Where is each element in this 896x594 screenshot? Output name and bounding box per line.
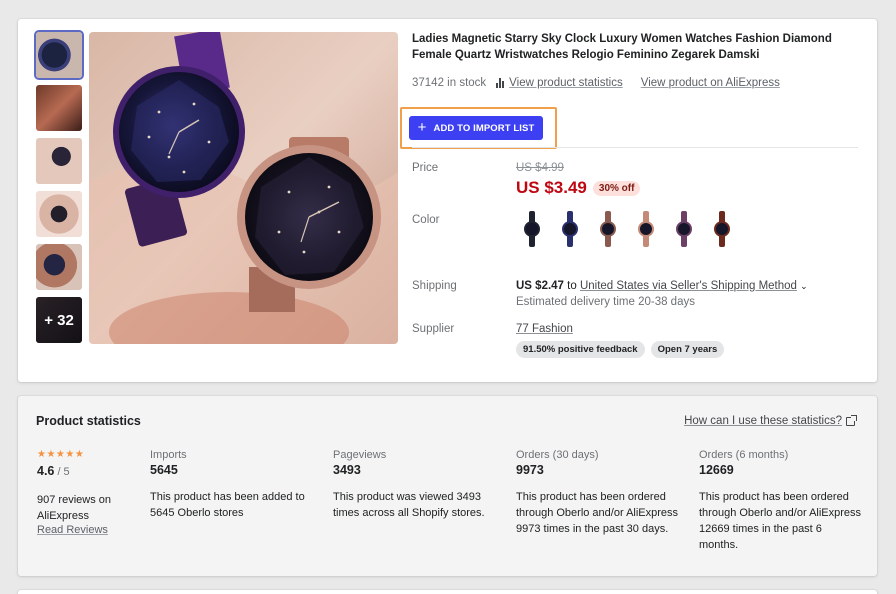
- stat-description: This product was viewed 3493 times acros…: [333, 491, 485, 519]
- read-reviews-link[interactable]: Read Reviews: [37, 524, 108, 536]
- stat-label: Orders (6 months): [699, 449, 789, 461]
- more-images-count: + 32: [36, 297, 82, 343]
- thumbnail-3[interactable]: [36, 138, 82, 184]
- thumbnail-1[interactable]: [34, 30, 84, 80]
- stock-count: 37142 in stock: [412, 77, 487, 89]
- stat-orders-6-months: Orders (6 months) 12669 This product has…: [699, 449, 864, 553]
- color-swatch-3[interactable]: [596, 211, 620, 247]
- product-meta-row: 37142 in stock View product statistics V…: [412, 77, 860, 89]
- thumbnail-5[interactable]: [36, 244, 82, 290]
- stat-pageviews: Pageviews 3493 This product was viewed 3…: [333, 449, 503, 521]
- more-images-thumbnail[interactable]: + 32: [36, 297, 82, 343]
- feedback-badge: 91.50% positive feedback: [516, 341, 645, 358]
- stat-value: 12669: [699, 463, 734, 477]
- stat-description: This product has been added to 5645 Ober…: [150, 491, 305, 519]
- thumbnail-4[interactable]: [36, 191, 82, 237]
- next-card: [18, 590, 877, 594]
- stat-label: Orders (30 days): [516, 449, 599, 461]
- add-to-import-list-button[interactable]: + ADD TO IMPORT LIST: [409, 116, 543, 140]
- chevron-down-icon[interactable]: ⌄: [800, 281, 808, 291]
- rating-max: / 5: [54, 466, 70, 478]
- delivery-estimate: Estimated delivery time 20-38 days: [516, 296, 695, 308]
- main-product-image[interactable]: [89, 32, 398, 344]
- price-block: US $4.99 US $3.49 30% off: [516, 162, 641, 198]
- shipping-price: US $2.47: [516, 280, 564, 292]
- help-link-label: How can I use these statistics?: [684, 415, 842, 427]
- stat-value: 5645: [150, 463, 178, 477]
- stat-orders-30-days: Orders (30 days) 9973 This product has b…: [516, 449, 686, 537]
- color-swatch-6[interactable]: [710, 211, 734, 247]
- supplier-label: Supplier: [412, 323, 455, 335]
- rating-stars: ★★★★★: [37, 449, 85, 460]
- supplier-block: 77 Fashion 91.50% positive feedback Open…: [516, 323, 725, 358]
- stat-value: 3493: [333, 463, 361, 477]
- external-link-icon: [846, 414, 857, 426]
- discount-badge: 30% off: [592, 180, 641, 196]
- stat-value: 9973: [516, 463, 544, 477]
- import-button-highlight: + ADD TO IMPORT LIST: [400, 107, 557, 149]
- color-swatches: [520, 211, 734, 247]
- current-price: US $3.49: [516, 178, 587, 197]
- stat-imports: Imports 5645 This product has been added…: [150, 449, 322, 521]
- stat-label: Pageviews: [333, 449, 387, 461]
- plus-icon: +: [417, 119, 427, 136]
- statistics-help-link[interactable]: How can I use these statistics?: [684, 414, 857, 427]
- bar-chart-icon: [496, 78, 505, 88]
- product-title: Ladies Magnetic Starry Sky Clock Luxury …: [412, 33, 832, 61]
- thumbnail-2[interactable]: [36, 85, 82, 131]
- original-price: US $4.99: [516, 162, 564, 174]
- color-swatch-2[interactable]: [558, 211, 582, 247]
- shipping-block: US $2.47 to United States via Seller's S…: [516, 280, 808, 308]
- rating-score: 4.6: [37, 464, 55, 478]
- thumbnail-list: + 32: [34, 30, 84, 350]
- color-swatch-4[interactable]: [634, 211, 658, 247]
- statistics-title: Product statistics: [36, 414, 141, 428]
- shipping-to: to: [567, 280, 577, 292]
- store-age-badge: Open 7 years: [650, 341, 725, 358]
- color-label: Color: [412, 214, 440, 226]
- shipping-method-link[interactable]: United States via Seller's Shipping Meth…: [580, 280, 797, 292]
- product-card: + 32 Ladies Magnetic Starry Sky Clock Lu…: [18, 19, 877, 382]
- stat-description: This product has been ordered through Ob…: [516, 491, 679, 535]
- stat-label: Imports: [150, 449, 187, 461]
- color-swatch-5[interactable]: [672, 211, 696, 247]
- rating-value: 4.6 / 5: [37, 464, 70, 478]
- reviews-count: 907 reviews on AliExpress: [37, 494, 111, 522]
- shipping-label: Shipping: [412, 280, 457, 292]
- product-statistics-card: Product statistics How can I use these s…: [18, 396, 877, 576]
- view-aliexpress-link[interactable]: View product on AliExpress: [641, 77, 780, 89]
- color-swatch-1[interactable]: [520, 211, 544, 247]
- view-statistics-link[interactable]: View product statistics: [509, 77, 623, 89]
- add-button-label: ADD TO IMPORT LIST: [433, 122, 535, 134]
- divider: [412, 147, 858, 148]
- stat-description: This product has been ordered through Ob…: [699, 491, 862, 551]
- price-label: Price: [412, 162, 439, 174]
- product-info: Ladies Magnetic Starry Sky Clock Luxury …: [400, 31, 860, 358]
- supplier-link[interactable]: 77 Fashion: [516, 323, 724, 335]
